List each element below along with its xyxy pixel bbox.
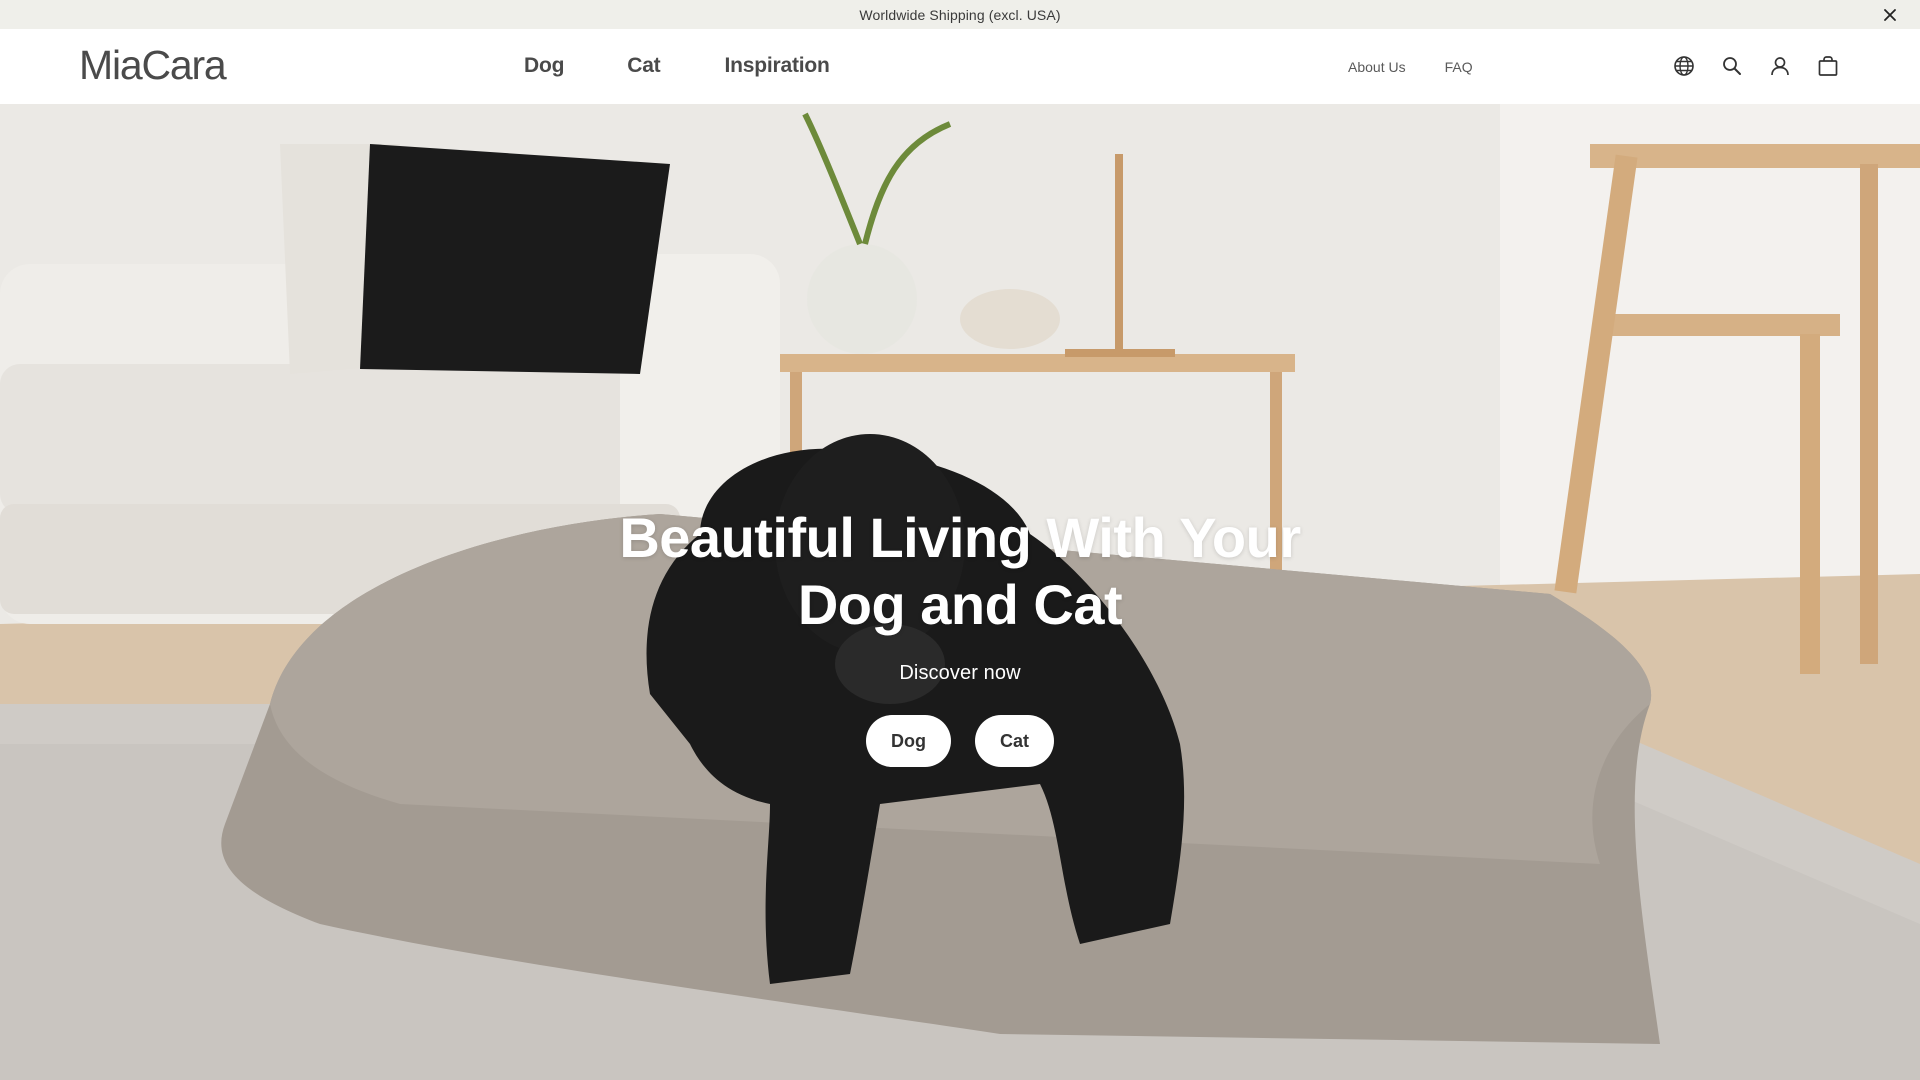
account-button[interactable] (1768, 54, 1792, 78)
hero-buttons: Dog Cat (865, 715, 1054, 767)
announcement-bar: Worldwide Shipping (excl. USA) (0, 0, 1920, 29)
hero-banner: Beautiful Living With Your Dog and Cat D… (0, 104, 1920, 1080)
site-header: MiaCara Dog Cat Inspiration About Us FAQ (0, 29, 1920, 104)
search-button[interactable] (1720, 54, 1744, 78)
nav-item-inspiration[interactable]: Inspiration (724, 54, 829, 78)
close-announcement-button[interactable] (1879, 4, 1900, 25)
nav-item-dog[interactable]: Dog (524, 54, 564, 78)
nav-item-about-us[interactable]: About Us (1348, 59, 1406, 75)
shop-dog-button[interactable]: Dog (865, 715, 951, 767)
nav-item-cat[interactable]: Cat (627, 54, 660, 78)
hero-title: Beautiful Living With Your Dog and Cat (580, 504, 1340, 638)
header-icons (1672, 54, 1840, 78)
hero-content: Beautiful Living With Your Dog and Cat D… (0, 104, 1920, 1080)
main-nav: Dog Cat Inspiration (524, 54, 893, 78)
secondary-nav: About Us FAQ (1348, 59, 1512, 75)
announcement-text: Worldwide Shipping (excl. USA) (859, 6, 1061, 23)
language-button[interactable] (1672, 54, 1696, 78)
close-icon (1883, 8, 1896, 21)
hero-subtitle: Discover now (899, 662, 1021, 684)
globe-icon (1674, 56, 1694, 76)
logo[interactable]: MiaCara (79, 45, 227, 86)
shop-cat-button[interactable]: Cat (974, 715, 1054, 767)
account-icon (1771, 57, 1789, 76)
search-icon (1723, 57, 1741, 75)
hero-title-line-2: Dog and Cat (797, 573, 1123, 636)
nav-item-faq[interactable]: FAQ (1445, 59, 1473, 75)
bag-icon (1818, 56, 1838, 76)
cart-button[interactable] (1816, 54, 1840, 78)
hero-title-line-1: Beautiful Living With Your (619, 506, 1301, 569)
